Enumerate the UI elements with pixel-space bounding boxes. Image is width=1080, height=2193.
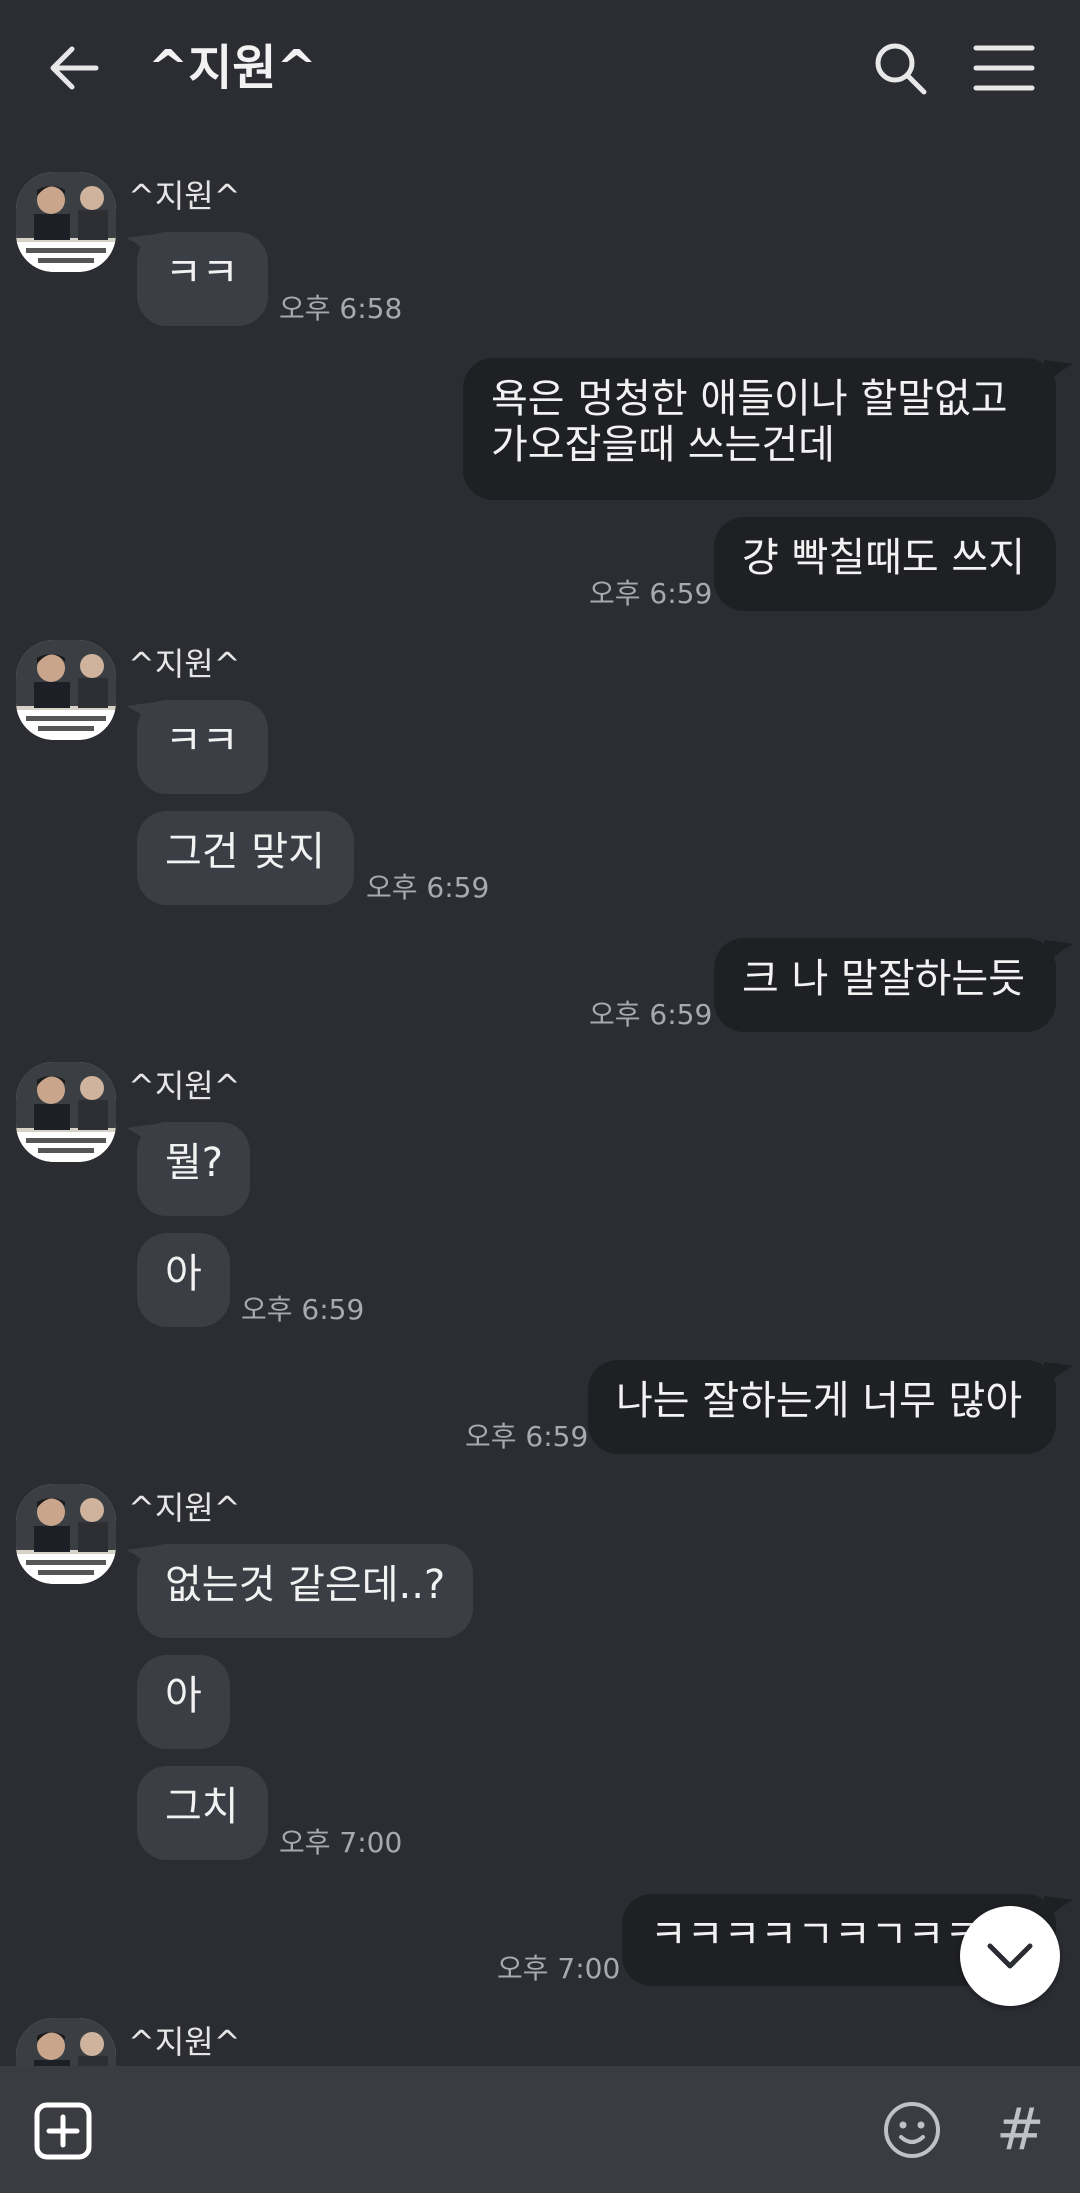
top-bar: ^지원^ — [0, 0, 1080, 140]
outgoing-message[interactable]: 크 나 말잘하는듯 — [714, 938, 1056, 1032]
sender-name: ^지원^ — [128, 645, 241, 683]
hash-icon[interactable]: # — [996, 2096, 1045, 2162]
incoming-message[interactable]: 없는것 같은데..? — [137, 1544, 473, 1638]
message-timestamp: 오후 6:59 — [241, 1293, 365, 1326]
emoji-icon[interactable] — [882, 2100, 942, 2160]
chat-title: ^지원^ — [148, 40, 317, 96]
incoming-message[interactable]: 뭘? — [137, 1122, 250, 1216]
sender-avatar[interactable] — [16, 1062, 116, 1162]
chevron-down-icon — [987, 1943, 1033, 1969]
plus-square-icon[interactable] — [34, 2102, 92, 2160]
incoming-message[interactable]: 그치 — [137, 1766, 268, 1860]
outgoing-message[interactable]: 나는 잘하는게 너무 많아 — [588, 1360, 1056, 1454]
message-timestamp: 오후 6:59 — [589, 998, 713, 1031]
sender-name: ^지원^ — [128, 1067, 241, 1105]
outgoing-message[interactable]: 걍 빡칠때도 쓰지 — [714, 517, 1056, 611]
sender-avatar[interactable] — [16, 1484, 116, 1584]
sender-avatar[interactable] — [16, 172, 116, 272]
sender-avatar[interactable] — [16, 640, 116, 740]
message-timestamp: 오후 7:00 — [497, 1952, 621, 1985]
message-composer-bar: # — [0, 2066, 1080, 2193]
outgoing-message[interactable]: 욕은 멍청한 애들이나 할말없고 가오잡을때 쓰는건데 — [463, 358, 1056, 500]
hamburger-menu-icon[interactable] — [972, 40, 1036, 96]
message-timestamp: 오후 6:58 — [279, 292, 403, 325]
sender-name: ^지원^ — [128, 1489, 241, 1527]
back-arrow-icon[interactable] — [42, 36, 106, 100]
incoming-message[interactable]: ㅋㅋ — [137, 700, 268, 794]
sender-avatar[interactable] — [16, 2018, 116, 2066]
sender-name: ^지원^ — [128, 177, 241, 215]
incoming-message[interactable]: ㅋㅋ — [137, 232, 268, 326]
chat-message-list[interactable]: ^지원^ ㅋㅋ 오후 6:58 욕은 멍청한 애들이나 할말없고 가오잡을때 쓰… — [0, 140, 1080, 2066]
message-timestamp: 오후 7:00 — [279, 1826, 403, 1859]
scroll-to-bottom-button[interactable] — [960, 1906, 1060, 2006]
message-timestamp: 오후 6:59 — [589, 577, 713, 610]
incoming-message[interactable]: 아 — [137, 1233, 230, 1327]
message-timestamp: 오후 6:59 — [366, 871, 490, 904]
sender-name: ^지원^ — [128, 2023, 241, 2061]
message-timestamp: 오후 6:59 — [465, 1420, 589, 1453]
search-icon[interactable] — [870, 38, 930, 98]
incoming-message[interactable]: 아 — [137, 1655, 230, 1749]
incoming-message[interactable]: 그건 맞지 — [137, 811, 354, 905]
